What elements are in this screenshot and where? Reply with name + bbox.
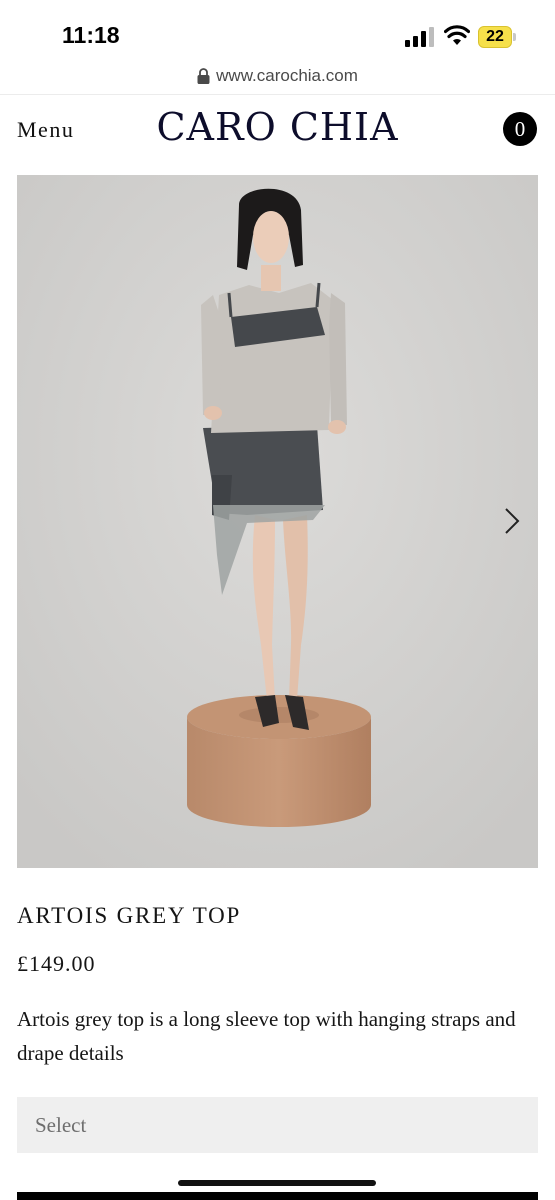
signal-icon xyxy=(405,27,434,47)
chevron-right-icon[interactable] xyxy=(500,505,524,537)
brand-logo-container: CARO CHIA xyxy=(0,105,555,149)
product-price: £149.00 xyxy=(17,951,96,976)
product-photo[interactable] xyxy=(17,175,538,868)
lock-icon xyxy=(197,68,210,84)
menu-button[interactable]: Menu xyxy=(17,117,74,143)
status-time: 11:18 xyxy=(62,22,120,48)
battery-icon: 22 xyxy=(478,26,518,48)
url-text: www.carochia.com xyxy=(216,66,358,85)
brand-logo[interactable]: CARO CHIA xyxy=(156,105,398,149)
site-header: Menu CARO CHIA 0 xyxy=(0,95,555,171)
battery-level: 22 xyxy=(486,28,504,45)
product-description: Artois grey top is a long sleeve top wit… xyxy=(17,1007,516,1065)
battery-tip xyxy=(513,33,516,41)
wifi-icon xyxy=(444,25,470,45)
variant-select[interactable]: Select xyxy=(17,1097,538,1153)
product-title: ARTOIS GREY TOP xyxy=(17,903,242,928)
product-photo-illustration xyxy=(17,175,538,868)
url-bar[interactable]: www.carochia.com xyxy=(0,64,555,94)
add-to-bag-bar[interactable] xyxy=(17,1192,538,1200)
home-indicator[interactable] xyxy=(178,1180,376,1186)
url-display[interactable]: www.carochia.com xyxy=(197,66,358,86)
status-bar: 11:18 22 xyxy=(0,0,555,64)
cart-button[interactable]: 0 xyxy=(503,112,537,146)
